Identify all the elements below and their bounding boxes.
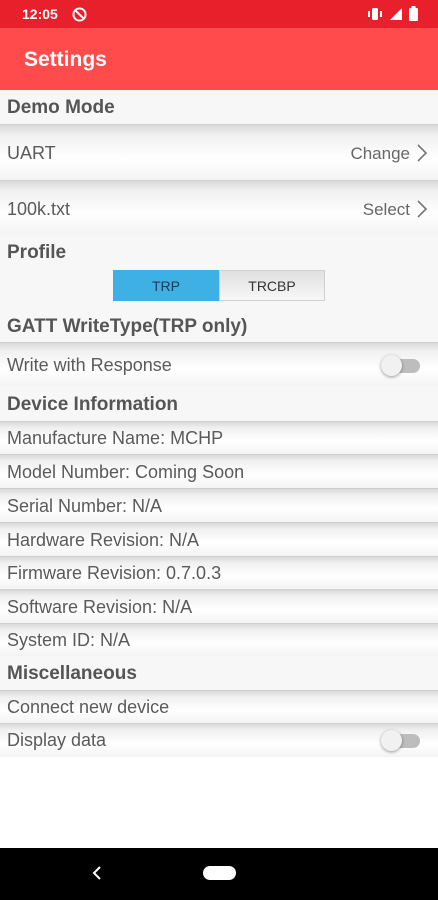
section-misc: Miscellaneous [0, 656, 438, 690]
select-button[interactable]: Select [363, 200, 410, 220]
serial-text: Serial Number: N/A [7, 496, 163, 516]
display-data-label: Display data [7, 730, 107, 750]
system-id-text: System ID: N/A [7, 630, 131, 650]
section-title: Profile [7, 242, 67, 263]
app-bar: Settings [0, 28, 438, 90]
back-icon[interactable] [91, 864, 103, 882]
signal-icon [390, 7, 402, 20]
device-info-serial: Serial Number: N/A [0, 488, 438, 522]
section-title: Demo Mode [7, 97, 115, 118]
model-text: Model Number: Coming Soon [7, 462, 245, 482]
device-info-firmware: Firmware Revision: 0.7.0.3 [0, 556, 438, 589]
status-time: 12:05 [22, 6, 58, 22]
status-icons [367, 6, 418, 21]
chevron-right-icon [417, 200, 428, 218]
device-info-system-id: System ID: N/A [0, 623, 438, 656]
demo-mode-value: UART [7, 143, 56, 163]
file-name: 100k.txt [7, 199, 71, 219]
connect-new-device-row[interactable]: Connect new device [0, 690, 438, 723]
display-data-toggle[interactable] [381, 730, 420, 751]
home-pill-icon[interactable] [203, 866, 236, 880]
write-with-response-toggle[interactable] [381, 355, 420, 376]
device-info-manufacturer: Manufacture Name: MCHP [0, 421, 438, 454]
display-data-row: Display data [0, 723, 438, 757]
change-button[interactable]: Change [350, 144, 410, 164]
section-title: GATT WriteType(TRP only) [7, 316, 248, 337]
toggle-knob [381, 730, 402, 751]
battery-icon [409, 6, 418, 21]
vibrate-icon [368, 7, 382, 20]
write-with-response-row: Write with Response [0, 342, 438, 386]
profile-segmented-control: TRP TRCBP [113, 270, 325, 301]
page-title: Settings [24, 48, 107, 71]
section-demo-mode: Demo Mode [0, 90, 438, 124]
file-select-row[interactable]: 100k.txt Select [0, 180, 438, 235]
write-with-response-label: Write with Response [7, 355, 172, 375]
profile-option-trp[interactable]: TRP [113, 270, 219, 301]
firmware-text: Firmware Revision: 0.7.0.3 [7, 563, 222, 583]
section-device-info: Device Information [0, 386, 438, 421]
do-not-disturb-icon [72, 7, 87, 22]
manufacturer-text: Manufacture Name: MCHP [7, 428, 224, 448]
system-nav-bar [0, 848, 438, 900]
demo-mode-row[interactable]: UART Change [0, 124, 438, 180]
chevron-right-icon [417, 144, 428, 162]
profile-option-trcbp[interactable]: TRCBP [219, 270, 325, 301]
hardware-text: Hardware Revision: N/A [7, 530, 200, 550]
connect-new-device-label: Connect new device [7, 697, 170, 717]
section-title: Miscellaneous [7, 663, 137, 684]
device-info-software: Software Revision: N/A [0, 589, 438, 623]
device-info-hardware: Hardware Revision: N/A [0, 522, 438, 556]
software-text: Software Revision: N/A [7, 597, 193, 617]
device-info-model: Model Number: Coming Soon [0, 454, 438, 488]
section-title: Device Information [7, 394, 179, 415]
section-gatt: GATT WriteType(TRP only) [0, 311, 438, 342]
status-bar: 12:05 [0, 0, 438, 28]
toggle-knob [381, 355, 402, 376]
